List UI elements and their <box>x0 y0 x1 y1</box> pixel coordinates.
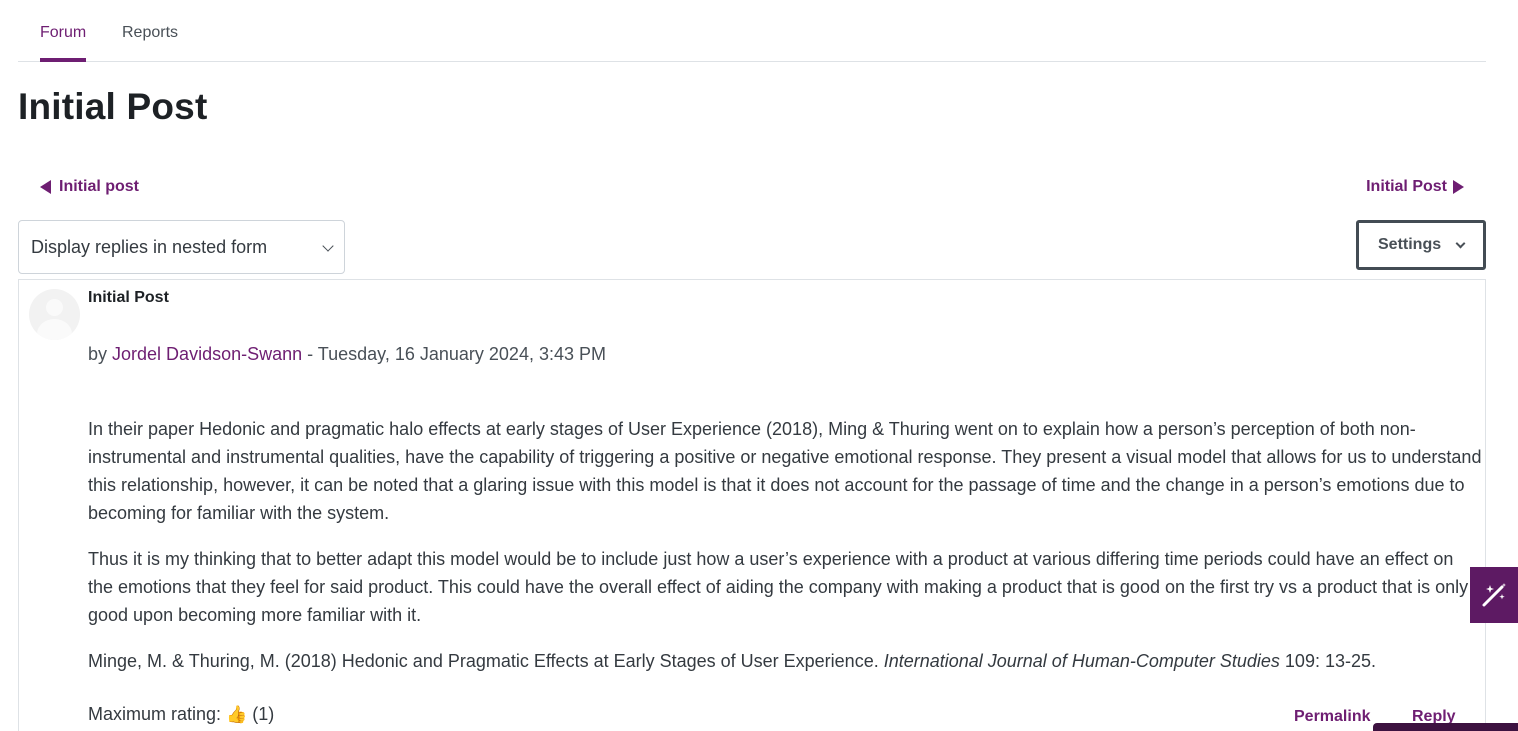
tab-reports[interactable]: Reports <box>122 24 178 42</box>
previous-discussion-link[interactable]: Initial post <box>40 178 139 196</box>
post-byline: by Jordel Davidson-Swann - Tuesday, 16 J… <box>88 344 606 365</box>
reference-pages: 109: 13-25. <box>1279 651 1376 671</box>
thumbs-up-icon: 👍 <box>226 705 248 724</box>
reference-journal: International Journal of Human-Computer … <box>883 651 1280 671</box>
tab-forum[interactable]: Forum <box>40 24 86 42</box>
magic-wand-icon <box>1482 583 1506 607</box>
next-discussion-label: Initial Post <box>1366 178 1447 195</box>
post-subject: Initial Post <box>88 289 169 306</box>
settings-label: Settings <box>1378 236 1442 253</box>
active-tab-indicator <box>40 58 86 62</box>
settings-button[interactable]: Settings <box>1356 220 1486 270</box>
permalink-link[interactable]: Permalink <box>1294 708 1370 726</box>
forum-post: Initial Post by Jordel Davidson-Swann - … <box>18 279 1486 731</box>
author-link[interactable]: Jordel Davidson-Swann <box>112 344 302 364</box>
page-title: Initial Post <box>18 86 208 127</box>
post-paragraph: In their paper Hedonic and pragmatic hal… <box>88 419 1482 523</box>
triangle-left-icon <box>40 180 51 194</box>
avatar-head-shape <box>46 299 63 316</box>
reference: Minge, M. & Thuring, M. (2018) Hedonic a… <box>88 647 1483 675</box>
rating-count[interactable]: (1) <box>247 704 274 724</box>
magic-wand-button[interactable] <box>1470 567 1518 623</box>
triangle-right-icon <box>1453 180 1464 194</box>
next-discussion-link[interactable]: Initial Post <box>1366 178 1464 196</box>
bottom-drawer-handle[interactable] <box>1373 723 1518 731</box>
chevron-down-icon <box>322 240 334 252</box>
display-mode-select[interactable]: Display replies in nested form <box>18 220 345 274</box>
post-content: In their paper Hedonic and pragmatic hal… <box>88 415 1483 693</box>
avatar[interactable] <box>29 289 80 340</box>
rating-summary: Maximum rating: 👍 (1) <box>88 704 274 725</box>
display-mode-value: Display replies in nested form <box>31 236 268 257</box>
post-date: - Tuesday, 16 January 2024, 3:43 PM <box>302 344 606 364</box>
rating-label: Maximum rating: <box>88 704 227 724</box>
by-prefix: by <box>88 344 108 364</box>
reference-authors-title: Minge, M. & Thuring, M. (2018) Hedonic a… <box>88 651 884 671</box>
previous-discussion-label: Initial post <box>59 178 139 195</box>
avatar-body-shape <box>37 319 72 340</box>
chevron-down-icon <box>1455 238 1466 249</box>
tab-bar: Forum Reports <box>18 0 1486 62</box>
post-paragraph: Thus it is my thinking that to better ad… <box>88 549 1469 625</box>
